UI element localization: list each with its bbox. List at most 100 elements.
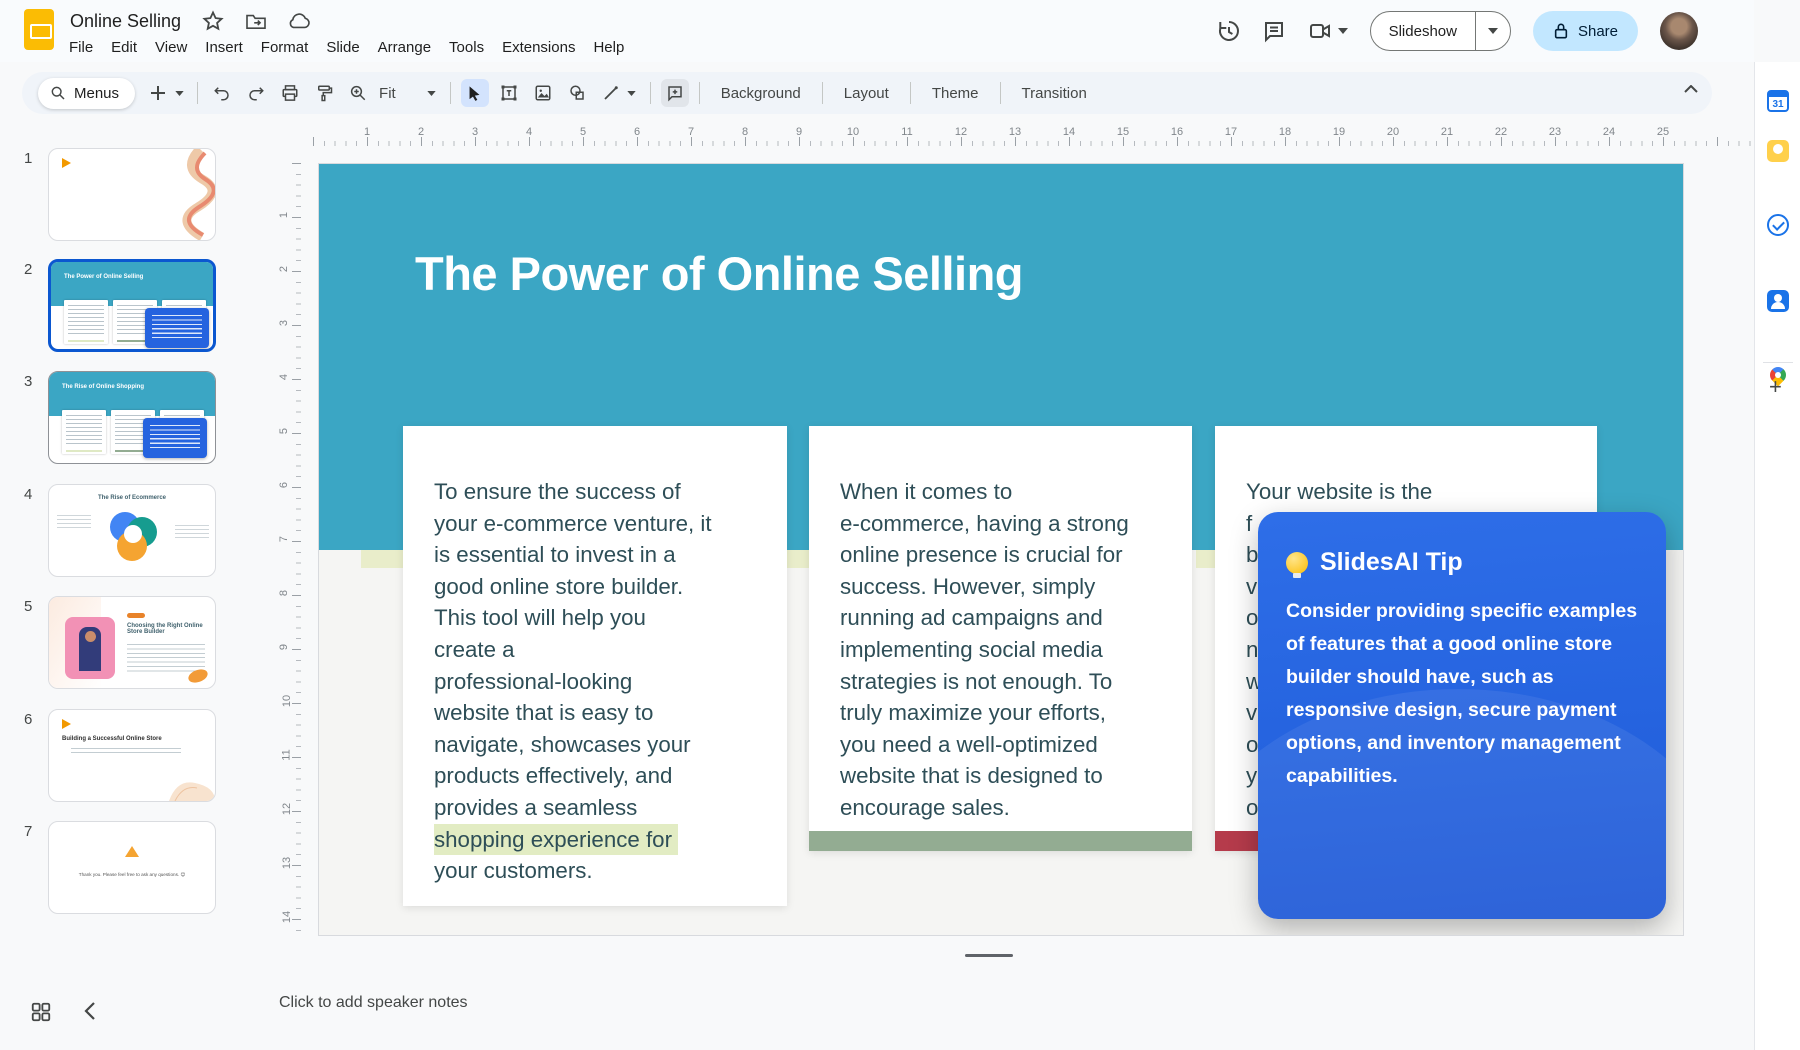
slide-thumbnail-2[interactable]: The Power of Online Selling <box>48 259 216 352</box>
mini-title: Building a Successful Online Store <box>62 736 162 742</box>
calendar-icon[interactable]: 31 <box>1767 90 1789 112</box>
slides-logo-icon[interactable] <box>24 9 54 50</box>
menu-extensions[interactable]: Extensions <box>493 36 584 59</box>
slide-thumbnail-4[interactable]: The Rise of Ecommerce <box>48 484 216 577</box>
toolbar-divider <box>450 82 451 104</box>
slide-thumbnail-6[interactable]: Building a Successful Online Store <box>48 709 216 802</box>
select-tool-button[interactable] <box>461 79 489 107</box>
vruler-number: 2 <box>278 266 290 272</box>
star-icon[interactable] <box>201 9 225 33</box>
mini-title: The Rise of Online Shopping <box>62 384 144 390</box>
slide-thumbnail-1[interactable] <box>48 148 216 241</box>
menu-file[interactable]: File <box>60 36 102 59</box>
move-folder-icon[interactable] <box>245 12 267 30</box>
hruler-number: 9 <box>796 126 802 138</box>
text-card-1[interactable]: To ensure the success ofyour e-commerce … <box>403 426 787 906</box>
decor-triangle <box>62 158 71 168</box>
toolbar-divider <box>1000 82 1001 104</box>
keep-icon[interactable] <box>1767 140 1789 162</box>
slide-thumbnail-3[interactable]: The Rise of Online Shopping <box>48 371 216 464</box>
search-menus-button[interactable]: Menus <box>38 78 135 109</box>
slide-thumbnail-5[interactable]: Choosing the Right Online Store Builder <box>48 596 216 689</box>
hruler-number: 15 <box>1117 126 1129 138</box>
menu-arrange[interactable]: Arrange <box>369 36 440 59</box>
version-history-icon[interactable] <box>1216 19 1240 43</box>
slide-number: 4 <box>24 486 32 503</box>
contacts-icon[interactable] <box>1767 290 1789 312</box>
speaker-notes-input[interactable]: Click to add speaker notes <box>279 994 468 1012</box>
menu-insert[interactable]: Insert <box>196 36 252 59</box>
comments-icon[interactable] <box>1262 19 1286 43</box>
zoom-button[interactable] <box>344 79 372 107</box>
menu-help[interactable]: Help <box>584 36 633 59</box>
filmstrip-row: 6 Building a Successful Online Store <box>0 709 262 802</box>
hruler-number: 14 <box>1063 126 1075 138</box>
menu-format[interactable]: Format <box>252 36 318 59</box>
decor-triangle <box>62 719 71 729</box>
line-caret-icon[interactable] <box>624 79 640 107</box>
new-slide-button[interactable] <box>144 79 172 107</box>
vruler-number: 3 <box>278 320 290 326</box>
card-text-line: your e-commerce venture, it <box>434 508 757 540</box>
rail-divider <box>1763 362 1793 363</box>
insert-shape-button[interactable] <box>563 79 591 107</box>
chevron-left-icon[interactable] <box>84 1002 96 1020</box>
new-slide-caret-icon[interactable] <box>171 79 187 107</box>
background-button[interactable]: Background <box>707 85 815 102</box>
zoom-select-value[interactable]: Fit <box>379 85 396 102</box>
menus-label: Menus <box>74 85 119 102</box>
menu-view[interactable]: View <box>146 36 196 59</box>
vruler-number: 4 <box>278 374 290 380</box>
slidesai-tip-popup[interactable]: SlidesAI Tip Consider providing specific… <box>1258 512 1666 919</box>
card-text-line: products effectively, and <box>434 760 757 792</box>
theme-button[interactable]: Theme <box>918 85 993 102</box>
cloud-saved-icon[interactable] <box>287 12 311 30</box>
share-button[interactable]: Share <box>1533 11 1638 51</box>
slideshow-caret-icon[interactable] <box>1476 28 1510 34</box>
slide-number: 6 <box>24 711 32 728</box>
hruler-number: 17 <box>1225 126 1237 138</box>
slide-title[interactable]: The Power of Online Selling <box>415 246 1023 301</box>
card-text-line: Your website is the <box>1246 476 1567 508</box>
menu-tools[interactable]: Tools <box>440 36 493 59</box>
transition-button[interactable]: Transition <box>1008 85 1101 102</box>
vruler-number: 5 <box>278 428 290 434</box>
menu-slide[interactable]: Slide <box>317 36 368 59</box>
text-card-2[interactable]: When it comes toe-commerce, having a str… <box>809 426 1192 851</box>
meet-caret-icon[interactable] <box>1338 28 1348 34</box>
get-addons-icon[interactable]: + <box>1769 374 1782 400</box>
meet-camera-icon[interactable] <box>1308 19 1332 43</box>
hruler-number: 3 <box>472 126 478 138</box>
undo-button[interactable] <box>208 79 236 107</box>
collapse-toolbar-icon[interactable] <box>1684 85 1698 93</box>
document-title[interactable]: Online Selling <box>70 11 181 32</box>
vruler-number: 12 <box>281 803 293 815</box>
hruler-number: 23 <box>1549 126 1561 138</box>
card-text-line: When it comes to <box>840 476 1162 508</box>
paint-format-button[interactable] <box>310 79 338 107</box>
print-button[interactable] <box>276 79 304 107</box>
grid-view-icon[interactable] <box>30 1001 52 1023</box>
accent-bar <box>1196 550 1215 568</box>
text-box-tool-button[interactable] <box>495 79 523 107</box>
insert-line-button[interactable] <box>597 79 625 107</box>
tasks-icon[interactable] <box>1767 214 1789 236</box>
notes-resize-handle[interactable] <box>965 954 1013 957</box>
vruler-number: 10 <box>281 695 293 707</box>
horizontal-ruler: 1234567891011121314151617181920212223242… <box>262 126 1754 146</box>
card-text-line: running ad campaigns and <box>840 602 1162 634</box>
redo-button[interactable] <box>242 79 270 107</box>
account-avatar[interactable] <box>1660 12 1698 50</box>
lock-icon <box>1553 22 1569 40</box>
insert-image-button[interactable] <box>529 79 557 107</box>
slideshow-label: Slideshow <box>1371 23 1475 40</box>
slide-canvas[interactable]: The Power of Online Selling To ensure th… <box>318 163 1684 936</box>
zoom-caret-icon[interactable] <box>424 79 440 107</box>
insert-comment-button[interactable] <box>661 79 689 107</box>
layout-button[interactable]: Layout <box>830 85 903 102</box>
card-text-line: online presence is crucial for <box>840 539 1162 571</box>
menu-edit[interactable]: Edit <box>102 36 146 59</box>
slide-thumbnail-7[interactable]: Thank you. Please feel free to ask any q… <box>48 821 216 914</box>
slideshow-button[interactable]: Slideshow <box>1370 11 1511 51</box>
filmstrip-row: 7 Thank you. Please feel free to ask any… <box>0 821 262 914</box>
